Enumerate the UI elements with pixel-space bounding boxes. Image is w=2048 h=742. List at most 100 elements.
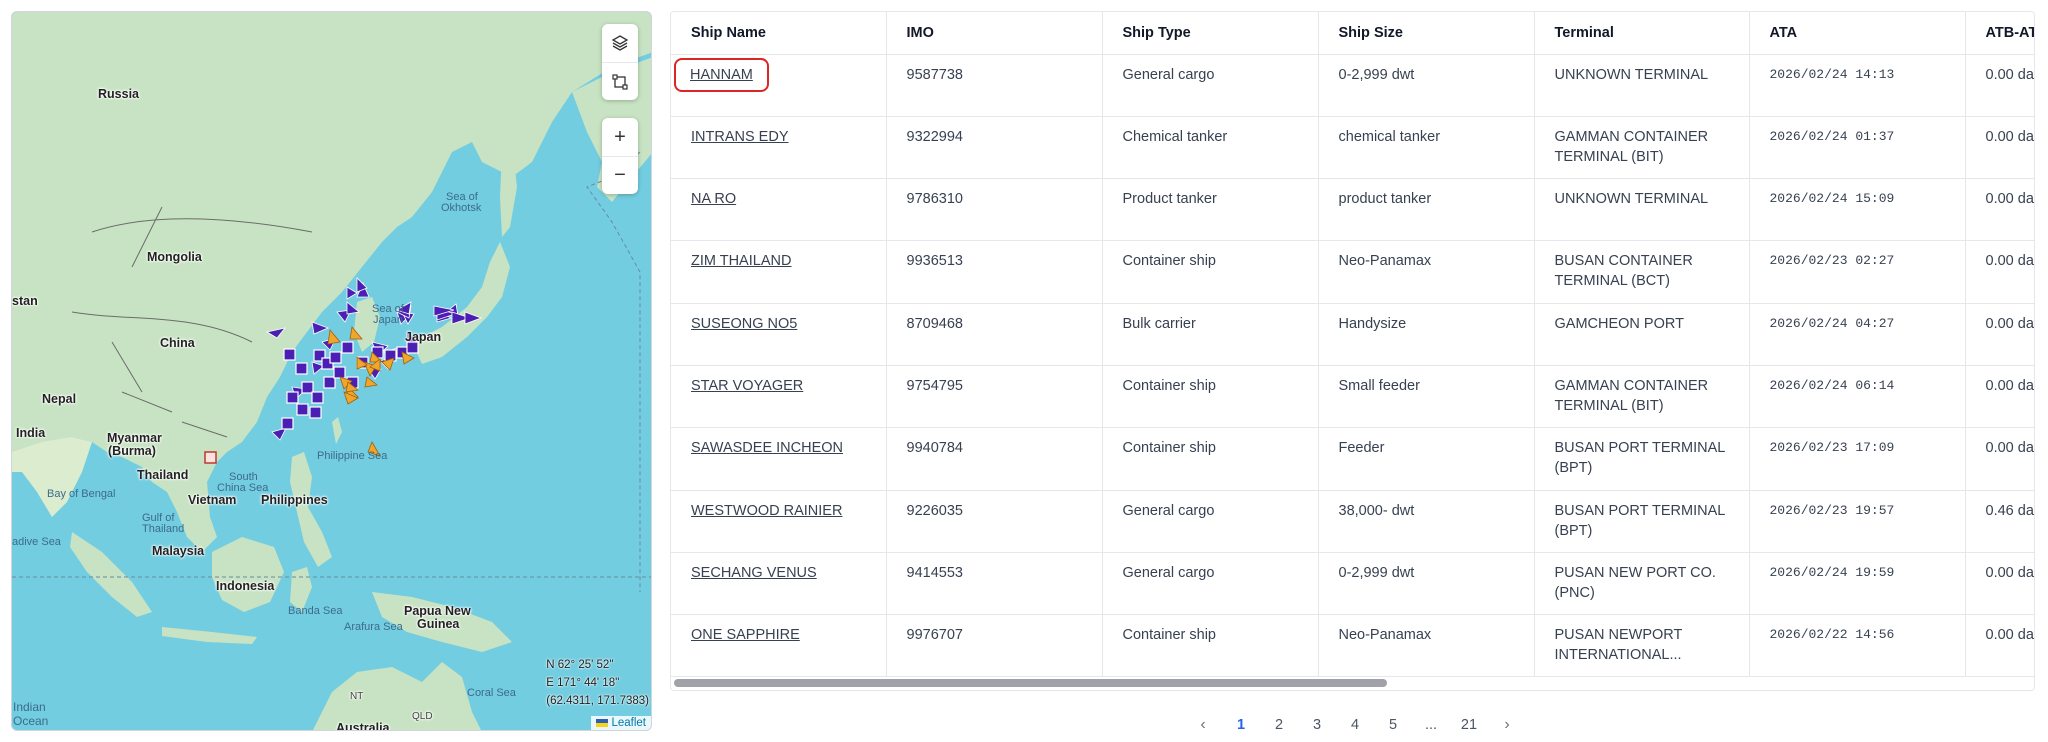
map-label-nepal: Nepal	[42, 392, 77, 406]
ship-name-link[interactable]: ZIM THAILAND	[691, 253, 791, 269]
ship-size-cell-text: 0-2,999 dwt	[1338, 564, 1415, 581]
header-ship-name[interactable]: Ship Name	[671, 12, 887, 55]
map-label-thailand: Thailand	[137, 468, 189, 482]
land-java	[162, 627, 257, 644]
vessel-marker	[311, 321, 330, 335]
vessel-square	[296, 403, 309, 416]
ata-cell: 2026/02/23 17:09	[1749, 427, 1966, 491]
pagination: ‹ 1 2 3 4 5... 21 ›	[1184, 712, 1526, 738]
vessel-marker	[346, 286, 358, 300]
vessel-square	[295, 362, 308, 375]
vessel-square	[329, 351, 342, 364]
header-terminal[interactable]: Terminal	[1534, 12, 1750, 55]
ship-name-link[interactable]: ONE SAPPHIRE	[691, 627, 800, 643]
ship-name-cell: INTRANS EDY	[671, 116, 887, 180]
ship-size-cell: 38,000- dwt	[1318, 490, 1535, 553]
coord-decimal: (62.4311, 171.7383)	[546, 695, 649, 707]
ship-size-cell: Handysize	[1318, 303, 1535, 366]
header-ata[interactable]: ATA	[1749, 12, 1966, 55]
table-row[interactable]: SAWASDEE INCHEON 9940784 Container ship Fee…	[671, 427, 2034, 491]
table-row[interactable]: ONE SAPPHIRE 9976707 Container ship Neo-Pan…	[671, 614, 2034, 678]
ata-cell-text: 2026/02/24 06:14	[1769, 377, 1895, 393]
table-row[interactable]: NA RO 9786310 Product tanker product tanker…	[671, 178, 2034, 242]
map-label-china: China	[160, 336, 195, 350]
terminal-cell-text: BUSAN PORT TERMINAL (BPT)	[1554, 440, 1725, 477]
page-button[interactable]: 2	[1260, 717, 1298, 733]
ship-size-cell-text: chemical tanker	[1338, 128, 1441, 145]
header-ship-size[interactable]: Ship Size	[1318, 12, 1535, 55]
ship-name-link[interactable]: INTRANS EDY	[691, 129, 789, 145]
ship-name-cell: STAR VOYAGER	[671, 365, 887, 429]
map-label-philippine-sea: Philippine Sea	[317, 450, 388, 462]
imo-cell-text: 9754795	[906, 377, 963, 394]
ship-name-link[interactable]: SAWASDEE INCHEON	[691, 440, 843, 456]
vessel-square	[281, 417, 294, 430]
ata-cell: 2026/02/24 01:37	[1749, 116, 1966, 180]
table-row[interactable]: SUSEONG NO5 8709468 Bulk carrier Handysize G…	[671, 303, 2034, 366]
table-row[interactable]: SECHANG VENUS 9414553 General cargo 0-2,999…	[671, 552, 2035, 616]
atb-ata-cell-text: 0.00 days	[1985, 564, 2035, 581]
page-button[interactable]: 21	[1450, 717, 1488, 733]
leaflet-link[interactable]: Leaflet	[611, 717, 646, 729]
ship-name-link[interactable]: WESTWOOD RAINIER	[691, 503, 842, 519]
map-label-mongolia: Mongolia	[147, 250, 202, 264]
map-label-malaysia: Malaysia	[152, 544, 205, 558]
draw-rectangle-button[interactable]	[602, 62, 638, 100]
header-atb-ata[interactable]: ATB-ATA	[1965, 12, 2034, 55]
ship-name-link[interactable]: STAR VOYAGER	[691, 378, 803, 394]
page-button[interactable]: 1	[1222, 717, 1260, 733]
vessel-map[interactable]: Russia Mongolia China stan Nepal India M…	[11, 11, 652, 731]
table-row[interactable]: HANNAM 9587738 General cargo 0-2,999 dwt UNK…	[671, 54, 2034, 117]
zoom-in-button[interactable]: +	[602, 118, 638, 156]
ata-cell-text: 2026/02/23 02:27	[1769, 253, 1895, 269]
vessel-square	[286, 391, 299, 404]
ship-type-cell-text: Container ship	[1122, 440, 1217, 457]
terminal-cell-text: GAMCHEON PORT	[1554, 315, 1684, 332]
zoom-out-button[interactable]: −	[602, 156, 638, 194]
table-row[interactable]: STAR VOYAGER 9754795 Container ship Small f…	[671, 365, 2034, 429]
ship-name-link[interactable]: NA RO	[691, 191, 736, 207]
ship-size-cell-text: Neo-Panamax	[1338, 627, 1432, 644]
page-button[interactable]: 3	[1298, 717, 1336, 733]
ship-size-cell-text: Small feeder	[1338, 377, 1420, 394]
ship-name-link[interactable]: SUSEONG NO5	[691, 316, 797, 332]
page-button[interactable]: 5	[1374, 717, 1412, 733]
ship-name-link[interactable]: HANNAM	[674, 57, 769, 92]
ata-cell-text: 2026/02/23 19:57	[1769, 502, 1895, 518]
ship-type-cell: Container ship	[1102, 427, 1319, 491]
horizontal-scrollbar[interactable]	[673, 678, 2034, 688]
header-imo[interactable]: IMO	[886, 12, 1103, 55]
map-basemap[interactable]	[12, 12, 652, 731]
ship-name-link[interactable]: SECHANG VENUS	[691, 565, 817, 581]
ukraine-flag-icon	[596, 719, 609, 727]
map-label-qld: QLD	[412, 711, 433, 722]
table-row[interactable]: WESTWOOD RAINIER 9226035 General cargo 38,0…	[671, 490, 2034, 553]
ship-type-cell-text: Container ship	[1122, 627, 1217, 644]
terminal-cell: BUSAN CONTAINER TERMINAL (BCT)	[1534, 240, 1750, 304]
map-label-indian-ocean-1: Indian	[13, 700, 46, 714]
vessel-square	[309, 406, 322, 419]
table-row[interactable]: INTRANS EDY 9322994 Chemical tanker chemica…	[671, 116, 2034, 180]
coord-lon: E 171° 44' 18''	[546, 677, 620, 689]
prev-page-button[interactable]: ‹	[1184, 716, 1222, 734]
map-label-sea-of-japan-2: Japan	[373, 314, 403, 326]
terminal-cell-text: UNKNOWN TERMINAL	[1554, 191, 1709, 208]
atb-ata-cell: 0.00 days	[1965, 614, 2034, 678]
ship-name-cell: SAWASDEE INCHEON	[671, 427, 887, 491]
layers-button[interactable]	[602, 24, 638, 62]
map-attribution[interactable]: Leaflet	[591, 716, 651, 730]
ship-size-cell: Neo-Panamax	[1318, 614, 1535, 678]
ship-name-cell: SECHANG VENUS	[671, 552, 887, 616]
page-button[interactable]: 4	[1336, 717, 1374, 733]
imo-cell-text: 9226035	[906, 502, 963, 519]
scrollbar-thumb[interactable]	[674, 679, 1387, 687]
map-label-sea-of-okhotsk-2: Okhotsk	[441, 202, 482, 214]
next-page-button[interactable]: ›	[1488, 716, 1526, 734]
header-ship-type[interactable]: Ship Type	[1102, 12, 1319, 55]
terminal-cell: PUSAN NEW PORT CO. (PNC)	[1534, 552, 1750, 616]
ata-cell: 2026/02/23 02:27	[1749, 240, 1966, 304]
ship-table-container[interactable]: Ship Name IMO Ship Type Ship Size Termin…	[670, 11, 2035, 691]
ship-size-cell-text: Handysize	[1338, 315, 1407, 332]
table-row[interactable]: ZIM THAILAND 9936513 Container ship Neo-Pan…	[671, 240, 2034, 304]
ship-size-cell-text: Feeder	[1338, 440, 1385, 457]
